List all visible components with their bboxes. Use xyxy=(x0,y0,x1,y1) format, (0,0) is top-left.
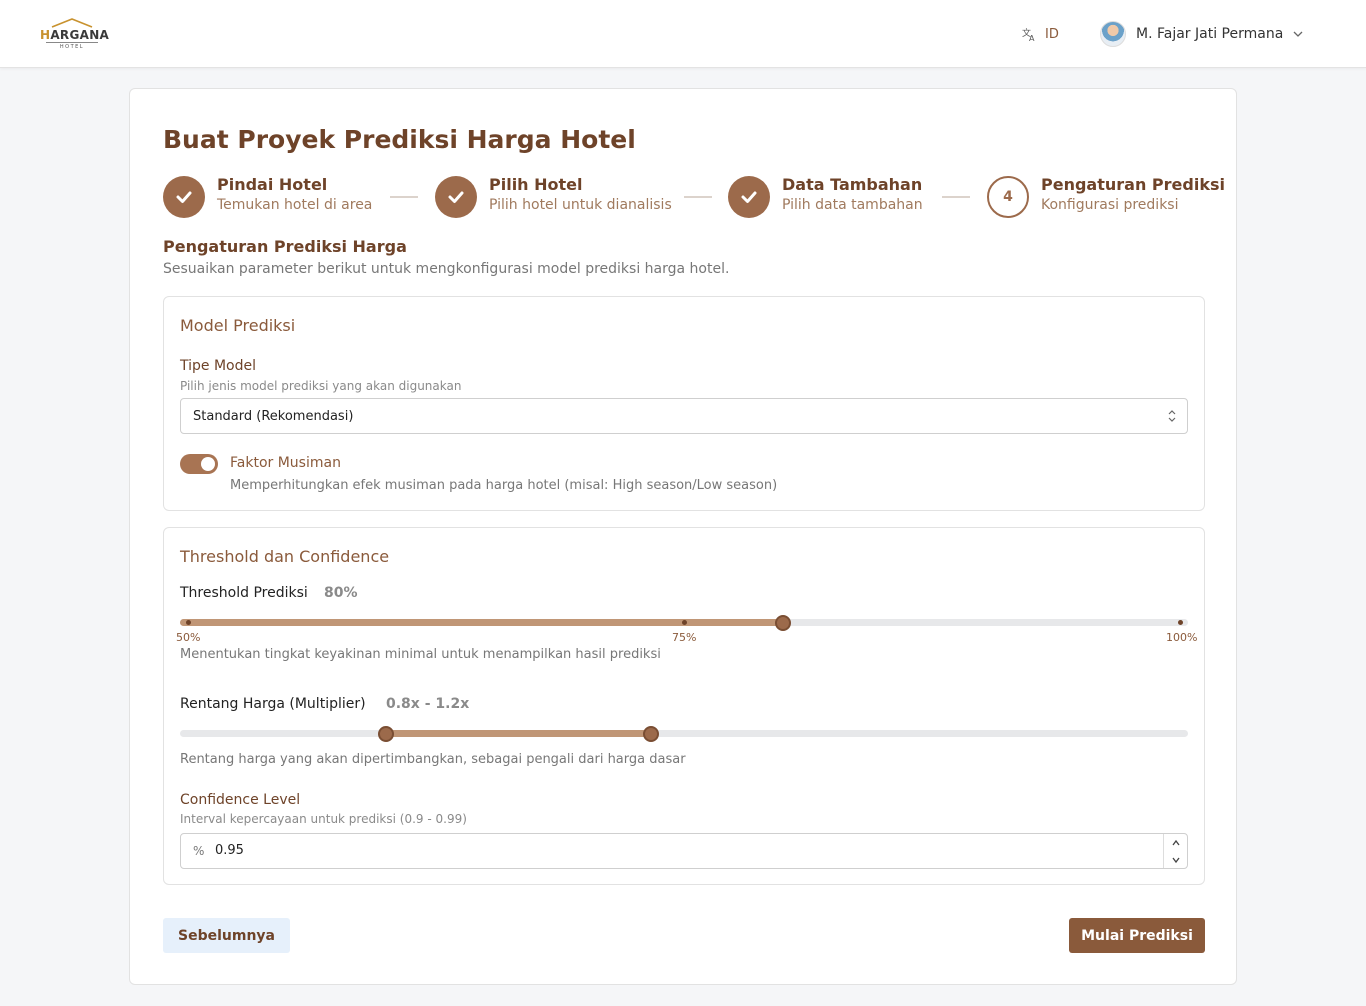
roof-icon xyxy=(51,18,93,28)
step-number-circle: 4 xyxy=(987,176,1029,218)
model-type-hint: Pilih jenis model prediksi yang akan dig… xyxy=(180,379,462,393)
select-arrows-icon xyxy=(1168,410,1176,422)
section-title: Pengaturan Prediksi Harga xyxy=(163,237,407,256)
avatar xyxy=(1100,21,1126,47)
svg-text:A: A xyxy=(1029,34,1035,42)
chevron-up-icon xyxy=(1172,839,1180,845)
step-subtitle: Pilih data tambahan xyxy=(782,197,923,213)
panel-title: Threshold dan Confidence xyxy=(180,547,390,566)
step-subtitle: Temukan hotel di area xyxy=(217,197,373,213)
threshold-slider-thumb[interactable] xyxy=(775,615,792,631)
step-subtitle: Konfigurasi prediksi xyxy=(1041,197,1179,213)
stepper: Pindai Hotel Temukan hotel di area Pilih… xyxy=(163,175,1225,219)
confidence-label: Confidence Level xyxy=(180,792,301,808)
model-type-value: Standard (Rekomendasi) xyxy=(193,409,354,424)
step-done-circle xyxy=(163,176,205,218)
step-connector xyxy=(942,196,970,198)
threshold-slider[interactable] xyxy=(180,615,1188,631)
number-stepper xyxy=(1163,834,1187,868)
hargana-logo[interactable]: HARGANA HOTEL xyxy=(40,18,110,50)
price-range-thumb-low[interactable] xyxy=(378,726,395,742)
price-range-hint: Rentang harga yang akan dipertimbangkan,… xyxy=(180,752,686,767)
threshold-value: 80% xyxy=(324,585,358,601)
model-panel: Model Prediksi Tipe Model Pilih jenis mo… xyxy=(163,296,1205,511)
step-subtitle: Pilih hotel untuk dianalisis xyxy=(489,197,672,213)
step-done-circle xyxy=(435,176,477,218)
language-code: ID xyxy=(1045,26,1059,42)
percent-icon: % xyxy=(193,844,205,858)
tick-label-min: 50% xyxy=(176,631,201,644)
step-connector xyxy=(684,196,712,198)
start-prediction-button[interactable]: Mulai Prediksi xyxy=(1069,918,1205,953)
decrement-button[interactable] xyxy=(1164,851,1188,868)
section-subtitle: Sesuaikan parameter berikut untuk mengko… xyxy=(163,261,730,277)
increment-button[interactable] xyxy=(1164,834,1188,851)
price-range-value: 0.8x - 1.2x xyxy=(386,696,470,712)
check-icon xyxy=(176,191,192,203)
check-icon xyxy=(448,191,464,203)
chevron-down-icon xyxy=(1293,31,1303,37)
previous-button[interactable]: Sebelumnya xyxy=(163,918,290,953)
price-range-slider[interactable] xyxy=(180,726,1188,742)
confidence-input[interactable]: % 0.95 xyxy=(180,833,1188,869)
top-bar: HARGANA HOTEL 文 A ID M. Fajar Jati Perma… xyxy=(0,0,1366,68)
slider-fill xyxy=(180,619,784,626)
step-done-circle xyxy=(728,176,770,218)
check-icon xyxy=(741,191,757,203)
model-type-label: Tipe Model xyxy=(180,358,256,374)
step-title: Data Tambahan xyxy=(782,175,923,194)
slider-fill xyxy=(386,730,651,737)
main-card: Buat Proyek Prediksi Harga Hotel Pindai … xyxy=(129,88,1237,985)
seasonal-hint: Memperhitungkan efek musiman pada harga … xyxy=(230,478,778,493)
step-title: Pilih Hotel xyxy=(489,175,583,194)
logo-subtext: HOTEL xyxy=(46,42,98,50)
chevron-down-icon xyxy=(1172,857,1180,863)
step-title: Pengaturan Prediksi xyxy=(1041,175,1225,194)
tick-dot xyxy=(1178,620,1183,625)
step-connector xyxy=(390,196,418,198)
panel-title: Model Prediksi xyxy=(180,316,296,335)
tick-dot xyxy=(186,620,191,625)
user-name: M. Fajar Jati Permana xyxy=(1136,26,1284,42)
language-switcher[interactable]: 文 A ID xyxy=(1022,24,1059,44)
seasonal-toggle[interactable] xyxy=(180,454,218,474)
tick-dot xyxy=(682,620,687,625)
translate-icon: 文 A xyxy=(1022,27,1035,42)
tick-label-mid: 75% xyxy=(672,631,697,644)
price-range-label: Rentang Harga (Multiplier) xyxy=(180,696,366,712)
tick-label-max: 100% xyxy=(1166,631,1198,644)
logo-text: HARGANA xyxy=(40,28,110,42)
confidence-hint: Interval kepercayaan untuk prediksi (0.9… xyxy=(180,812,467,826)
confidence-value: 0.95 xyxy=(215,843,244,858)
user-menu[interactable]: M. Fajar Jati Permana xyxy=(1100,20,1303,48)
threshold-panel: Threshold dan Confidence Threshold Predi… xyxy=(163,527,1205,885)
threshold-label: Threshold Prediksi xyxy=(180,585,308,601)
threshold-hint: Menentukan tingkat keyakinan minimal unt… xyxy=(180,647,661,662)
logo-text-rest: ARGANA xyxy=(50,28,110,42)
price-range-thumb-high[interactable] xyxy=(642,726,659,742)
step-title: Pindai Hotel xyxy=(217,175,328,194)
seasonal-label: Faktor Musiman xyxy=(230,455,341,471)
model-type-select[interactable]: Standard (Rekomendasi) xyxy=(180,398,1188,434)
toggle-knob xyxy=(201,457,215,471)
page-title: Buat Proyek Prediksi Harga Hotel xyxy=(163,125,636,154)
